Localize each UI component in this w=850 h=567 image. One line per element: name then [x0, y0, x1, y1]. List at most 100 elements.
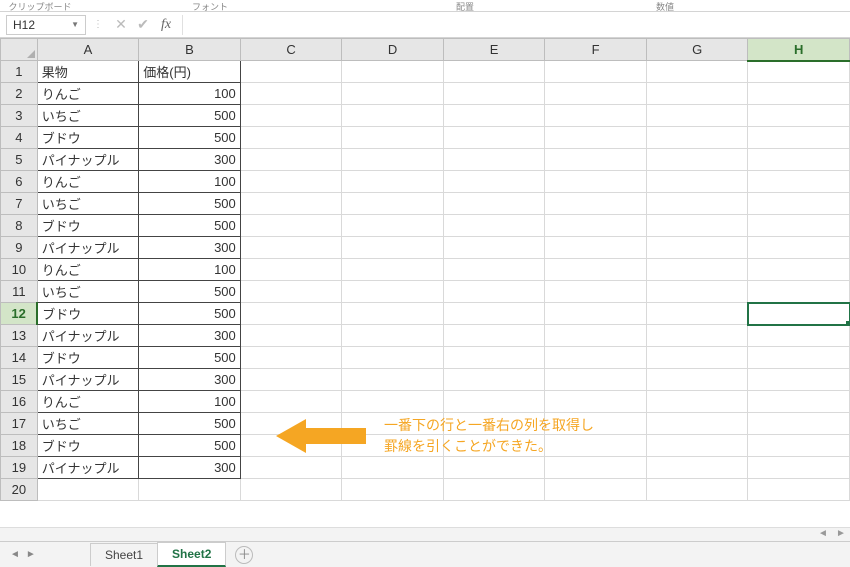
- cell-G6[interactable]: [646, 171, 748, 193]
- enter-formula-button[interactable]: ✔: [132, 16, 154, 33]
- cell-A4[interactable]: ブドウ: [37, 127, 139, 149]
- cell-G5[interactable]: [646, 149, 748, 171]
- cell-E3[interactable]: [443, 105, 545, 127]
- cell-E18[interactable]: [443, 435, 545, 457]
- cell-B16[interactable]: 100: [139, 391, 241, 413]
- cell-B14[interactable]: 500: [139, 347, 241, 369]
- cell-B18[interactable]: 500: [139, 435, 241, 457]
- cell-D17[interactable]: [342, 413, 444, 435]
- cell-G12[interactable]: [646, 303, 748, 325]
- cell-F10[interactable]: [545, 259, 647, 281]
- cell-C18[interactable]: [240, 435, 342, 457]
- cell-F6[interactable]: [545, 171, 647, 193]
- cell-D14[interactable]: [342, 347, 444, 369]
- cell-D12[interactable]: [342, 303, 444, 325]
- cell-D7[interactable]: [342, 193, 444, 215]
- cell-C20[interactable]: [240, 479, 342, 501]
- cell-G4[interactable]: [646, 127, 748, 149]
- row-header-16[interactable]: 16: [1, 391, 38, 413]
- cell-E13[interactable]: [443, 325, 545, 347]
- cell-F3[interactable]: [545, 105, 647, 127]
- cell-C19[interactable]: [240, 457, 342, 479]
- col-header-A[interactable]: A: [37, 39, 139, 61]
- cell-F15[interactable]: [545, 369, 647, 391]
- cell-H16[interactable]: [748, 391, 850, 413]
- row-header-19[interactable]: 19: [1, 457, 38, 479]
- cell-G13[interactable]: [646, 325, 748, 347]
- cell-A10[interactable]: りんご: [37, 259, 139, 281]
- cell-A5[interactable]: パイナップル: [37, 149, 139, 171]
- cell-G1[interactable]: [646, 61, 748, 83]
- cell-A7[interactable]: いちご: [37, 193, 139, 215]
- cell-B11[interactable]: 500: [139, 281, 241, 303]
- cell-H4[interactable]: [748, 127, 850, 149]
- row-header-5[interactable]: 5: [1, 149, 38, 171]
- row-header-11[interactable]: 11: [1, 281, 38, 303]
- cell-G3[interactable]: [646, 105, 748, 127]
- cell-H7[interactable]: [748, 193, 850, 215]
- cell-H6[interactable]: [748, 171, 850, 193]
- name-box-dropdown-icon[interactable]: ▼: [71, 20, 79, 29]
- tab-nav-next-icon[interactable]: ►: [26, 549, 36, 560]
- cell-H14[interactable]: [748, 347, 850, 369]
- cell-C5[interactable]: [240, 149, 342, 171]
- tab-nav-buttons[interactable]: ◄ ►: [0, 549, 90, 560]
- cell-G17[interactable]: [646, 413, 748, 435]
- cell-E7[interactable]: [443, 193, 545, 215]
- cell-F13[interactable]: [545, 325, 647, 347]
- cell-F4[interactable]: [545, 127, 647, 149]
- cell-A20[interactable]: [37, 479, 139, 501]
- cell-A13[interactable]: パイナップル: [37, 325, 139, 347]
- row-header-9[interactable]: 9: [1, 237, 38, 259]
- cell-F1[interactable]: [545, 61, 647, 83]
- cell-E14[interactable]: [443, 347, 545, 369]
- cell-C8[interactable]: [240, 215, 342, 237]
- cell-D18[interactable]: [342, 435, 444, 457]
- col-header-E[interactable]: E: [443, 39, 545, 61]
- cell-B1[interactable]: 価格(円): [139, 61, 241, 83]
- row-header-15[interactable]: 15: [1, 369, 38, 391]
- cell-E5[interactable]: [443, 149, 545, 171]
- cell-C16[interactable]: [240, 391, 342, 413]
- cell-H12[interactable]: [748, 303, 850, 325]
- cell-H2[interactable]: [748, 83, 850, 105]
- cell-C13[interactable]: [240, 325, 342, 347]
- col-header-C[interactable]: C: [240, 39, 342, 61]
- cell-D11[interactable]: [342, 281, 444, 303]
- cell-B13[interactable]: 300: [139, 325, 241, 347]
- scroll-right-icon[interactable]: ►: [832, 528, 850, 541]
- sheet-tab-sheet1[interactable]: Sheet1: [90, 543, 158, 566]
- cell-G15[interactable]: [646, 369, 748, 391]
- cell-D5[interactable]: [342, 149, 444, 171]
- spreadsheet-grid[interactable]: A B C D E F G H 1 果物 価格(円) 2りんご100 3いちご5…: [0, 38, 850, 538]
- cell-B7[interactable]: 500: [139, 193, 241, 215]
- col-header-D[interactable]: D: [342, 39, 444, 61]
- col-header-H[interactable]: H: [748, 39, 850, 61]
- cell-A16[interactable]: りんご: [37, 391, 139, 413]
- cell-E4[interactable]: [443, 127, 545, 149]
- cell-H20[interactable]: [748, 479, 850, 501]
- cell-H19[interactable]: [748, 457, 850, 479]
- cell-E12[interactable]: [443, 303, 545, 325]
- row-header-18[interactable]: 18: [1, 435, 38, 457]
- cell-C4[interactable]: [240, 127, 342, 149]
- cell-E19[interactable]: [443, 457, 545, 479]
- cell-B2[interactable]: 100: [139, 83, 241, 105]
- cell-F14[interactable]: [545, 347, 647, 369]
- cell-A19[interactable]: パイナップル: [37, 457, 139, 479]
- cell-F11[interactable]: [545, 281, 647, 303]
- cell-A18[interactable]: ブドウ: [37, 435, 139, 457]
- cancel-formula-button[interactable]: ✕: [110, 16, 132, 33]
- cell-H18[interactable]: [748, 435, 850, 457]
- row-header-13[interactable]: 13: [1, 325, 38, 347]
- cell-E8[interactable]: [443, 215, 545, 237]
- cell-B10[interactable]: 100: [139, 259, 241, 281]
- cell-G19[interactable]: [646, 457, 748, 479]
- cell-H10[interactable]: [748, 259, 850, 281]
- cell-E15[interactable]: [443, 369, 545, 391]
- cell-A9[interactable]: パイナップル: [37, 237, 139, 259]
- cell-F20[interactable]: [545, 479, 647, 501]
- sheet-tab-sheet2[interactable]: Sheet2: [157, 542, 226, 567]
- cell-E6[interactable]: [443, 171, 545, 193]
- cell-C1[interactable]: [240, 61, 342, 83]
